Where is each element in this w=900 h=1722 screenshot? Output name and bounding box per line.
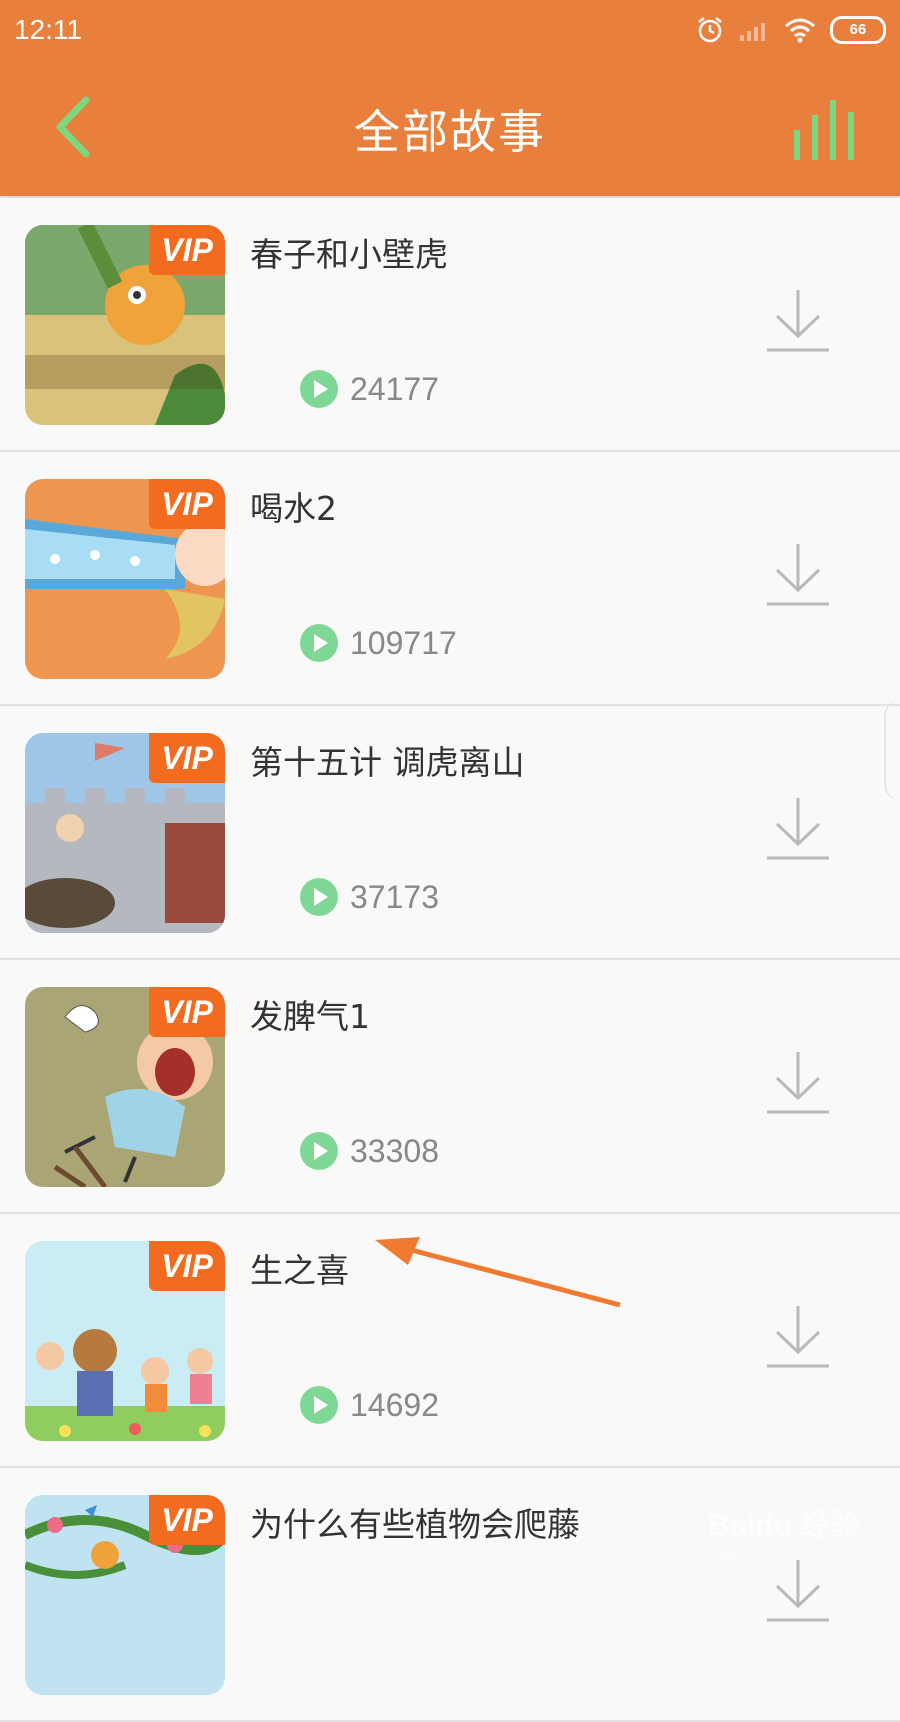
story-title: 第十五计 调虎离山 [250,743,525,782]
play-count-value: 37173 [350,878,439,915]
play-count: 14692 [300,1386,439,1424]
page-title: 全部故事 [354,105,546,159]
story-cover[interactable]: VIP [25,1495,225,1695]
alarm-icon [698,17,722,43]
play-icon [300,1386,338,1424]
story-cover[interactable]: VIP [25,225,225,425]
story-title: 生之喜 [250,1251,349,1290]
status-time: 12:11 [14,14,82,45]
vip-badge: VIP [149,733,225,783]
story-list: VIP 春子和小壁虎 24177 VIP 喝水2 109717 VIP 第十五计… [0,198,900,1722]
play-count: 37173 [300,878,439,916]
story-cover[interactable]: VIP [25,1241,225,1441]
play-count: 109717 [300,624,457,662]
story-title: 发脾气1 [250,997,370,1036]
story-title: 为什么有些植物会爬藤 [250,1505,580,1544]
download-icon[interactable] [765,542,831,608]
story-title: 春子和小壁虎 [250,235,448,274]
download-icon[interactable] [765,1304,831,1370]
story-item[interactable]: VIP 第十五计 调虎离山 37173 [0,706,900,960]
story-cover[interactable]: VIP [25,479,225,679]
story-cover[interactable]: VIP [25,987,225,1187]
download-icon[interactable] [765,1558,831,1624]
story-title: 喝水2 [250,489,337,528]
download-icon[interactable] [765,288,831,354]
vip-badge: VIP [149,479,225,529]
battery-indicator: 66 [830,16,886,44]
play-count: 33308 [300,1132,439,1170]
vip-badge: VIP [149,225,225,275]
watermark-url: jingyan.baidu.com [708,1544,822,1560]
status-bar: 12:11 66 [0,0,900,62]
vip-badge: VIP [149,1241,225,1291]
play-count-value: 24177 [350,370,439,407]
play-count-value: 14692 [350,1386,439,1423]
download-icon[interactable] [765,1050,831,1116]
play-icon [300,878,338,916]
play-icon [300,624,338,662]
signal-icon [740,23,765,41]
story-item[interactable]: VIP 春子和小壁虎 24177 [0,198,900,452]
wifi-icon [785,18,815,43]
vip-badge: VIP [149,1495,225,1545]
story-cover[interactable]: VIP [25,733,225,933]
play-count: 24177 [300,370,439,408]
play-icon [300,1132,338,1170]
play-count-value: 109717 [350,624,457,661]
app-header: 全部故事 [0,62,900,196]
story-item[interactable]: VIP 喝水2 109717 [0,452,900,706]
scroll-indicator [884,700,900,800]
vip-badge: VIP [149,987,225,1037]
play-icon [300,370,338,408]
status-icons: 66 [696,14,886,46]
download-icon[interactable] [765,796,831,862]
story-item[interactable]: VIP 发脾气1 33308 [0,960,900,1214]
story-item[interactable]: VIP 生之喜 14692 [0,1214,900,1468]
play-count-value: 33308 [350,1132,439,1169]
watermark-brand: Baidu 经验 [708,1509,860,1542]
equalizer-bars-icon[interactable] [792,100,862,160]
baidu-watermark: Baidu 经验 jingyan.baidu.com [708,1500,860,1560]
